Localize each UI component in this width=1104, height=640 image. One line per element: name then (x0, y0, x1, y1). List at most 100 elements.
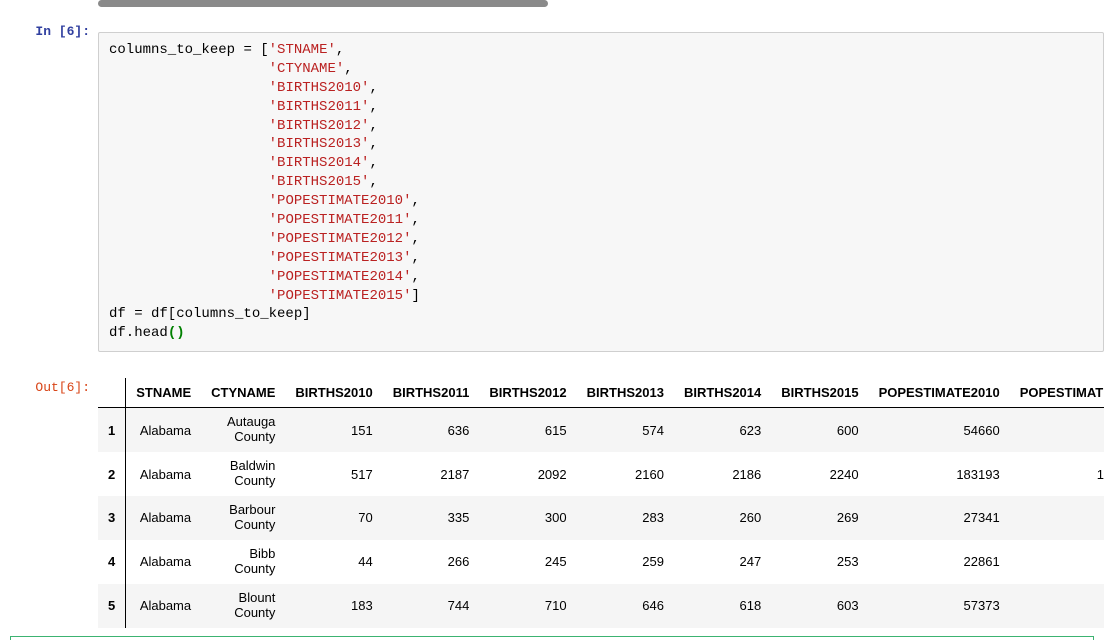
previous-output-scrollbar[interactable] (98, 0, 1104, 10)
code-string: 'POPESTIMATE2011' (269, 212, 412, 228)
column-header: BIRTHS2012 (479, 378, 576, 408)
code-line: df.head (109, 325, 168, 341)
code-input[interactable]: columns_to_keep = ['STNAME', 'CTYNAME', … (98, 32, 1104, 352)
table-cell: AutaugaCounty (201, 408, 285, 452)
table-row: 1 Alabama AutaugaCounty 151 636 615 574 … (98, 408, 1104, 452)
table-cell: 618 (674, 584, 771, 628)
output-area[interactable]: STNAME CTYNAME BIRTHS2010 BIRTHS2011 BIR… (98, 374, 1104, 627)
code-string: 'POPESTIMATE2014' (269, 269, 412, 285)
table-header-row: STNAME CTYNAME BIRTHS2010 BIRTHS2011 BIR… (98, 378, 1104, 408)
code-string: 'STNAME' (269, 42, 336, 58)
table-row: 3 Alabama BarbourCounty 70 335 300 283 2… (98, 496, 1104, 540)
column-header: BIRTHS2015 (771, 378, 868, 408)
code-string: 'BIRTHS2011' (269, 99, 370, 115)
table-cell: BaldwinCounty (201, 452, 285, 496)
table-cell: Alabama (126, 584, 201, 628)
table-cell: 744 (383, 584, 480, 628)
code-string: 'BIRTHS2012' (269, 118, 370, 134)
table-cell: 44 (285, 540, 382, 584)
code-string: 'CTYNAME' (269, 61, 345, 77)
table-cell: 283 (577, 496, 674, 540)
table-cell: 183 (285, 584, 382, 628)
table-cell: 600 (771, 408, 868, 452)
output-cell: Out[6]: STNAME CTYNAME BIRTHS2010 BIRTHS… (0, 374, 1104, 627)
table-cell: 603 (771, 584, 868, 628)
table-cell: 70 (285, 496, 382, 540)
table-cell: BarbourCounty (201, 496, 285, 540)
table-cell: 183193 (869, 452, 1010, 496)
code-string: 'POPESTIMATE2015' (269, 288, 412, 304)
table-cell: 574 (577, 408, 674, 452)
table-cell: 615 (479, 408, 576, 452)
table-cell: 27341 (869, 496, 1010, 540)
row-index: 1 (98, 408, 126, 452)
row-index: 2 (98, 452, 126, 496)
table-cell: 266 (383, 540, 480, 584)
code-line: df = df[columns_to_keep] (109, 306, 311, 322)
table-cell: 260 (674, 496, 771, 540)
table-cell: 636 (383, 408, 480, 452)
code-string: 'BIRTHS2010' (269, 80, 370, 96)
input-prompt: In [6]: (0, 18, 98, 366)
row-index: 5 (98, 584, 126, 628)
table-cell: 623 (674, 408, 771, 452)
table-cell: Alabama (126, 496, 201, 540)
table-cell: 22733 (1010, 540, 1104, 584)
column-header: BIRTHS2014 (674, 378, 771, 408)
table-cell: 2240 (771, 452, 868, 496)
code-token: ] (411, 288, 419, 304)
column-header: CTYNAME (201, 378, 285, 408)
code-call-parens: () (168, 325, 185, 341)
table-cell: 2092 (479, 452, 576, 496)
table-cell: 27226 (1010, 496, 1104, 540)
table-cell: 2186 (674, 452, 771, 496)
code-cell: In [6]: columns_to_keep = ['STNAME', 'CT… (0, 18, 1104, 366)
row-index: 3 (98, 496, 126, 540)
table-row: 2 Alabama BaldwinCounty 517 2187 2092 21… (98, 452, 1104, 496)
table-cell: 186659 (1010, 452, 1104, 496)
table-cell: 247 (674, 540, 771, 584)
code-string: 'POPESTIMATE2013' (269, 250, 412, 266)
table-cell: 151 (285, 408, 382, 452)
row-index: 4 (98, 540, 126, 584)
table-cell: 646 (577, 584, 674, 628)
table-cell: 57711 (1010, 584, 1104, 628)
table-cell: 335 (383, 496, 480, 540)
table-corner (98, 378, 126, 408)
output-prompt: Out[6]: (0, 374, 98, 627)
table-cell: 517 (285, 452, 382, 496)
column-header: POPESTIMATE2011 (1010, 378, 1104, 408)
table-cell: 300 (479, 496, 576, 540)
table-row: 4 Alabama BibbCounty 44 266 245 259 247 … (98, 540, 1104, 584)
code-string: 'BIRTHS2015' (269, 174, 370, 190)
code-token: columns_to_keep (109, 42, 235, 58)
table-cell: BibbCounty (201, 540, 285, 584)
column-header: BIRTHS2010 (285, 378, 382, 408)
code-string: 'BIRTHS2013' (269, 136, 370, 152)
table-cell: 55253 (1010, 408, 1104, 452)
table-cell: Alabama (126, 540, 201, 584)
column-header: BIRTHS2013 (577, 378, 674, 408)
table-cell: 2160 (577, 452, 674, 496)
table-cell: 710 (479, 584, 576, 628)
code-string: 'POPESTIMATE2010' (269, 193, 412, 209)
table-cell: 57373 (869, 584, 1010, 628)
table-cell: 253 (771, 540, 868, 584)
table-cell: Alabama (126, 408, 201, 452)
code-string: 'BIRTHS2014' (269, 155, 370, 171)
column-header: POPESTIMATE2010 (869, 378, 1010, 408)
table-cell: 2187 (383, 452, 480, 496)
code-string: 'POPESTIMATE2012' (269, 231, 412, 247)
table-cell: 259 (577, 540, 674, 584)
table-cell: 245 (479, 540, 576, 584)
column-header: BIRTHS2011 (383, 378, 480, 408)
next-cell-selection-border (10, 636, 1094, 640)
table-cell: 269 (771, 496, 868, 540)
table-cell: Alabama (126, 452, 201, 496)
dataframe-table: STNAME CTYNAME BIRTHS2010 BIRTHS2011 BIR… (98, 378, 1104, 627)
table-cell: 54660 (869, 408, 1010, 452)
code-token: [ (260, 42, 268, 58)
table-cell: BlountCounty (201, 584, 285, 628)
column-header: STNAME (126, 378, 201, 408)
table-row: 5 Alabama BlountCounty 183 744 710 646 6… (98, 584, 1104, 628)
